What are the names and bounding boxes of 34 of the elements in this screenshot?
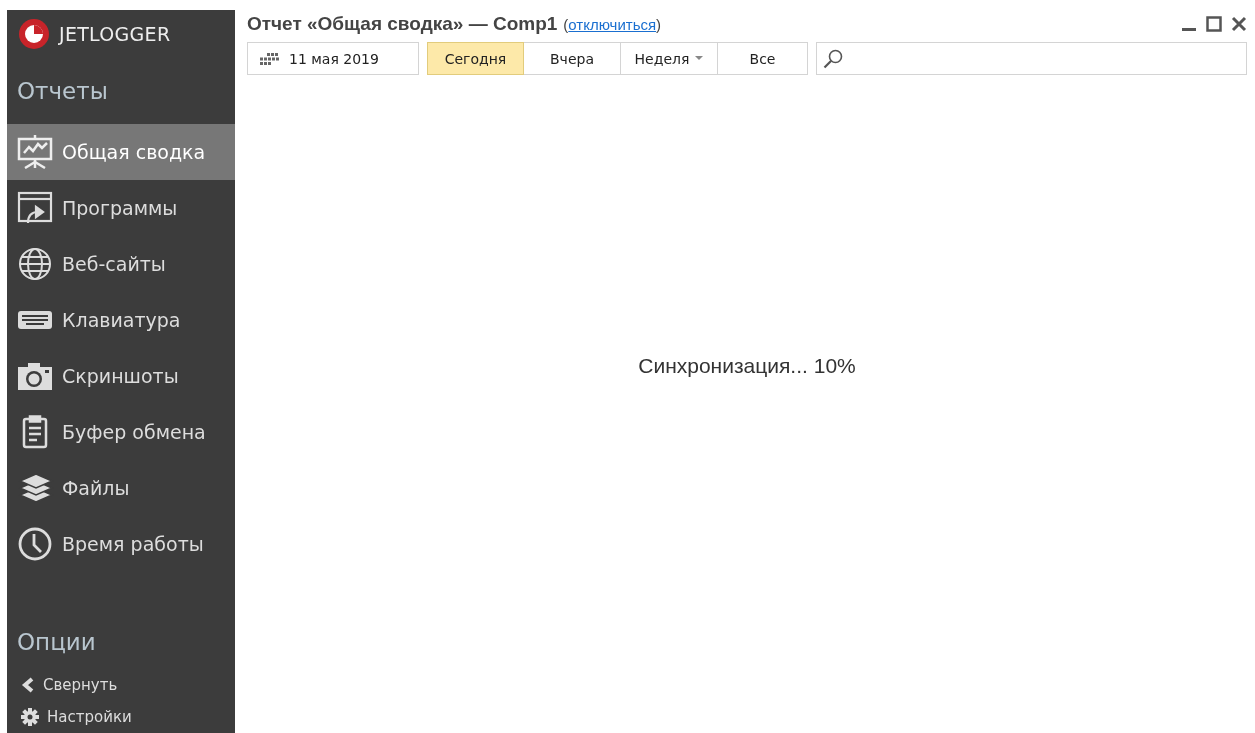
sidebar-item[interactable]: Файлы: [7, 460, 235, 516]
disconnect-text: (отключиться): [563, 15, 662, 33]
sidebar-item[interactable]: Общая сводка: [7, 124, 235, 180]
section-heading: Опции: [16, 629, 97, 657]
sidebar-item[interactable]: Буфер обмена: [7, 404, 235, 460]
logo-icon: [18, 18, 50, 50]
section-heading: Отчеты: [16, 77, 109, 106]
calendar-grid-icon: [260, 52, 279, 65]
search-icon: [823, 48, 843, 69]
sidebar-item[interactable]: Скриншоты: [7, 348, 235, 404]
maximize-icon[interactable]: [1206, 16, 1222, 32]
chevron-left-icon: [21, 677, 35, 693]
period-tab[interactable]: Сегодня: [427, 42, 524, 75]
sidebar-item[interactable]: Время работы: [7, 516, 235, 572]
search-field[interactable]: [816, 42, 1247, 75]
sync-status-text: Синхронизация... 10%: [638, 354, 856, 378]
sidebar-item[interactable]: Программы: [7, 180, 235, 236]
presentation-chart-icon: [16, 135, 54, 169]
app-logo-text: JETLOGGER: [59, 23, 171, 45]
period-tab[interactable]: Вчера: [524, 42, 621, 75]
sidebar-option[interactable]: Свернуть: [7, 669, 235, 701]
date-picker-button[interactable]: 11 мая 2019: [247, 42, 419, 75]
period-tab[interactable]: Все: [718, 42, 808, 75]
sidebar-item[interactable]: Веб-сайты: [7, 236, 235, 292]
sidebar-option[interactable]: Настройки: [7, 701, 235, 733]
disconnect-link[interactable]: отключиться: [568, 15, 657, 33]
close-icon[interactable]: [1231, 16, 1247, 32]
sidebar-item[interactable]: Клавиатура: [7, 292, 235, 348]
settings-icon: [21, 708, 39, 726]
period-tab[interactable]: Неделя: [621, 42, 718, 75]
globe-icon: [16, 247, 54, 281]
caret-icon: [695, 56, 704, 61]
report-title: Отчет «Общая сводка» — Comp1: [247, 13, 558, 35]
clock-icon: [16, 526, 54, 562]
